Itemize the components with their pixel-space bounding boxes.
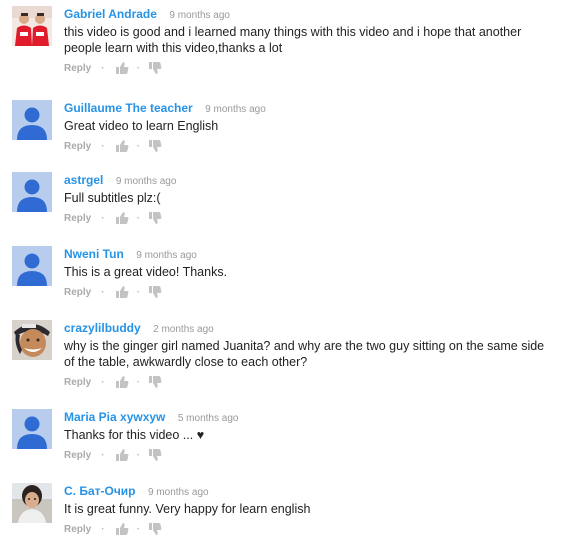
thumbs-up-icon[interactable] <box>115 61 129 75</box>
comment-timestamp[interactable]: 9 months ago <box>116 176 177 187</box>
thumbs-up-icon[interactable] <box>115 448 129 462</box>
thumbs-up-icon[interactable] <box>115 375 129 389</box>
comment-author[interactable]: Gabriel Andrade <box>64 7 157 21</box>
comment-actions: Reply · · <box>64 448 557 462</box>
avatar[interactable] <box>12 246 52 286</box>
separator: · <box>101 140 105 152</box>
avatar[interactable] <box>12 483 52 523</box>
default-user-icon <box>12 100 52 140</box>
comment-actions: Reply · · <box>64 61 557 75</box>
comment-author[interactable]: Guillaume The teacher <box>64 101 193 115</box>
thumbs-up-icon[interactable] <box>115 522 129 536</box>
avatar[interactable] <box>12 320 52 360</box>
comment-text: It is great funny. Very happy for learn … <box>64 502 311 516</box>
separator: · <box>136 62 140 74</box>
separator: · <box>136 449 140 461</box>
separator: · <box>136 286 140 298</box>
comment-actions: Reply · · <box>64 285 557 299</box>
thumbs-up-icon[interactable] <box>115 211 129 225</box>
thumbs-up-icon[interactable] <box>115 139 129 153</box>
comment-text: this video is good and i learned many th… <box>64 25 522 55</box>
separator: · <box>136 523 140 535</box>
comment-timestamp[interactable]: 9 months ago <box>205 104 266 115</box>
thumbs-down-icon[interactable] <box>148 61 162 75</box>
comment-timestamp[interactable]: 5 months ago <box>178 413 239 424</box>
separator: · <box>101 523 105 535</box>
thumbs-down-icon[interactable] <box>148 522 162 536</box>
comment-author[interactable]: crazylilbuddy <box>64 321 141 335</box>
comment-text: This is a great video! Thanks. <box>64 265 228 279</box>
reply-button[interactable]: Reply <box>64 213 91 224</box>
comment-author[interactable]: Maria Pia xywxyw <box>64 410 165 424</box>
comment-author[interactable]: astrgel <box>64 173 103 187</box>
comment-actions: Reply · · <box>64 522 557 536</box>
thumbs-down-icon[interactable] <box>148 285 162 299</box>
comment-actions: Reply · · <box>64 211 557 225</box>
comment-actions: Reply · · <box>64 139 557 153</box>
comment-timestamp[interactable]: 9 months ago <box>136 250 197 261</box>
reply-button[interactable]: Reply <box>64 141 91 152</box>
default-user-icon <box>12 172 52 212</box>
comment-text: Great video to learn English <box>64 119 219 133</box>
comment-actions: Reply · · <box>64 375 557 389</box>
separator: · <box>101 62 105 74</box>
thumbs-down-icon[interactable] <box>148 448 162 462</box>
separator: · <box>101 212 105 224</box>
avatar[interactable] <box>12 6 52 46</box>
thumbs-up-icon[interactable] <box>115 285 129 299</box>
comment-timestamp[interactable]: 9 months ago <box>169 10 230 21</box>
thumbs-down-icon[interactable] <box>148 211 162 225</box>
avatar[interactable] <box>12 172 52 212</box>
avatar[interactable] <box>12 100 52 140</box>
thumbs-down-icon[interactable] <box>148 139 162 153</box>
thumbs-down-icon[interactable] <box>148 375 162 389</box>
comment-author[interactable]: С. Бат-Очир <box>64 484 136 498</box>
separator: · <box>136 140 140 152</box>
reply-button[interactable]: Reply <box>64 450 91 461</box>
comment-text: why is the ginger girl named Juanita? an… <box>64 339 545 369</box>
reply-button[interactable]: Reply <box>64 63 91 74</box>
separator: · <box>136 212 140 224</box>
separator: · <box>136 376 140 388</box>
comment-timestamp[interactable]: 9 months ago <box>148 487 209 498</box>
comment-author[interactable]: Nweni Tun <box>64 247 124 261</box>
reply-button[interactable]: Reply <box>64 287 91 298</box>
separator: · <box>101 286 105 298</box>
reply-button[interactable]: Reply <box>64 524 91 535</box>
avatar[interactable] <box>12 409 52 449</box>
comment-text: Full subtitles plz:( <box>64 191 161 205</box>
separator: · <box>101 376 105 388</box>
separator: · <box>101 449 105 461</box>
reply-button[interactable]: Reply <box>64 377 91 388</box>
default-user-icon <box>12 246 52 286</box>
comment-text: Thanks for this video ... ♥ <box>64 428 205 442</box>
default-user-icon <box>12 409 52 449</box>
comment-timestamp[interactable]: 2 months ago <box>153 324 214 335</box>
